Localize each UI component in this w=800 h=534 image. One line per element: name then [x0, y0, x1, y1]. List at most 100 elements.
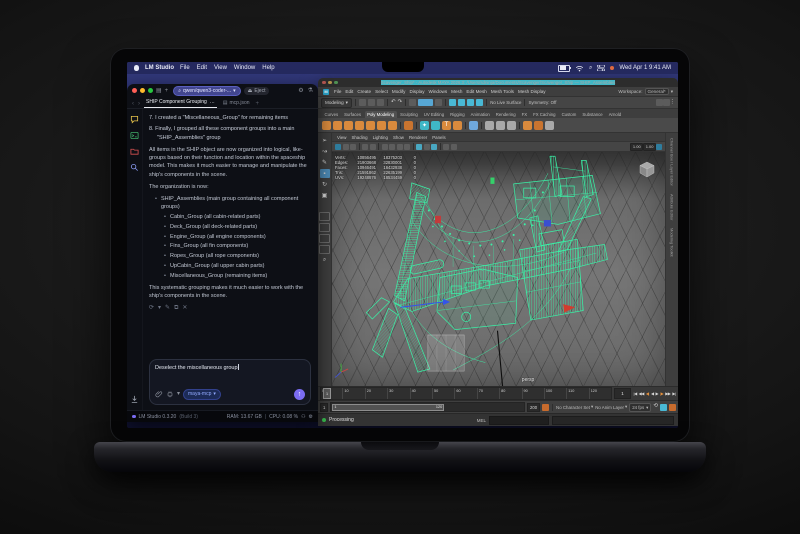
viewport-renderer-icon[interactable] — [656, 144, 662, 150]
minimize-button[interactable] — [140, 88, 145, 93]
nav-back-icon[interactable]: ‹ — [132, 101, 134, 108]
current-frame-field[interactable]: 1 — [614, 388, 631, 399]
shelf-booleans-icon[interactable] — [485, 121, 494, 130]
shelf-combine-icon[interactable] — [496, 121, 505, 130]
fps-selector[interactable]: 24 fps ▾ — [629, 403, 651, 412]
new-tab-button[interactable]: + — [256, 101, 260, 108]
snap-curve-icon[interactable] — [458, 99, 465, 106]
anim-end-field[interactable]: 200 — [527, 403, 540, 412]
shelf-tab[interactable]: Poly Modeling — [365, 111, 397, 118]
composer-input[interactable]: Deselect the miscellaneous group — [155, 365, 238, 371]
chat-transcript[interactable]: 7. I created a "Miscellaneous_Group" for… — [149, 114, 311, 355]
select-object-mode-icon[interactable] — [418, 99, 433, 106]
playback-button[interactable]: ◀ — [650, 391, 654, 396]
lock-camera-icon[interactable] — [343, 144, 349, 150]
shelf-svg-icon[interactable] — [453, 121, 462, 130]
active-app-name[interactable]: LM Studio — [145, 65, 174, 71]
shelf-tab[interactable]: UV Editing — [421, 111, 446, 118]
shelf-multicut-icon[interactable] — [469, 121, 478, 130]
maya-menu-item[interactable]: Edit — [345, 89, 353, 94]
view-cube-icon[interactable] — [636, 159, 658, 181]
zoom-button[interactable] — [334, 81, 338, 85]
attach-icon[interactable] — [155, 390, 163, 398]
shelf-type-icon[interactable]: T — [442, 121, 451, 130]
move-tool-icon[interactable]: ▪ — [320, 169, 330, 178]
layout-split-icon[interactable] — [319, 234, 330, 243]
shelf-tab[interactable]: Substance — [580, 111, 605, 118]
maya-menu-item[interactable]: Modify — [392, 89, 406, 94]
live-surface-status[interactable]: No Live Surface — [490, 100, 521, 105]
select-camera-icon[interactable] — [335, 144, 341, 150]
green-crate[interactable] — [490, 178, 494, 184]
shelf-sculpt-icon[interactable]: ✦ — [420, 121, 429, 130]
select-component-mode-icon[interactable] — [435, 99, 442, 106]
developer-tools-icon[interactable]: ⚗ — [308, 87, 313, 94]
viewport-canvas[interactable]: Verts: 10856495 18375203 0 Edges: 219036… — [332, 152, 665, 386]
ipr-render-icon[interactable] — [663, 99, 670, 106]
status-line-menu-icon[interactable]: ⋮ — [670, 100, 676, 106]
maya-menu-item[interactable]: Windows — [429, 89, 448, 94]
my-models-folder-icon[interactable] — [130, 147, 139, 156]
timeline-ruler[interactable]: 0102030405060708090100110120 1 — [320, 387, 612, 400]
playback-button[interactable]: |▶ — [660, 391, 664, 396]
layout-outliner-icon[interactable] — [319, 245, 330, 254]
menubar-item[interactable]: Edit — [197, 65, 207, 71]
zoom-button[interactable] — [148, 88, 153, 93]
panel-menu-item[interactable]: Show — [393, 135, 404, 140]
wireframe-icon[interactable] — [382, 144, 388, 150]
textured-icon[interactable] — [397, 144, 403, 150]
xray-icon[interactable] — [424, 144, 430, 150]
tab-mcp-json[interactable]: ▤ mcp.json — [221, 100, 252, 108]
lasso-tool-icon[interactable]: ↝ — [320, 147, 330, 156]
shaded-icon[interactable] — [389, 144, 395, 150]
shelf-bevel-icon[interactable] — [523, 121, 532, 130]
tab-chat-active[interactable]: SHIP Component Grouping … — [144, 99, 217, 108]
layout-four-view-icon[interactable] — [319, 223, 330, 232]
shelf-extrude-icon[interactable] — [534, 121, 543, 130]
scale-tool-icon[interactable]: ▣ — [320, 191, 330, 200]
sidebar-tab[interactable]: Modeling Toolkit — [670, 228, 675, 257]
select-tool-icon[interactable]: ➢ — [320, 136, 330, 145]
maya-menu-item[interactable]: File — [334, 89, 341, 94]
range-slider[interactable]: 1 120 — [330, 402, 525, 412]
lights-icon[interactable] — [404, 144, 410, 150]
new-scene-icon[interactable] — [359, 99, 366, 106]
anim-prefs-icon[interactable] — [660, 404, 667, 411]
joints-xray-icon[interactable] — [431, 144, 437, 150]
panel-menu-item[interactable]: View — [337, 135, 346, 140]
send-button[interactable]: ↑ — [294, 389, 305, 400]
shelf-polysphere-icon[interactable] — [322, 121, 331, 130]
layout-single-icon[interactable] — [319, 212, 330, 221]
open-scene-icon[interactable] — [368, 99, 375, 106]
sidebar-tab[interactable]: Channel Box / Layer Editor — [670, 138, 675, 186]
chat-composer[interactable]: Deselect the miscellaneous group ▾ maya-… — [149, 359, 311, 405]
tab-menu-icon[interactable]: … — [210, 99, 215, 105]
menubar-item[interactable]: File — [180, 65, 190, 71]
close-button[interactable] — [132, 88, 137, 93]
shelf-polycone-icon[interactable] — [355, 121, 364, 130]
message-action-icon[interactable]: ✕ — [182, 304, 187, 313]
shelf-tab[interactable]: Rendering — [493, 111, 518, 118]
panel-menu-item[interactable]: Renderer — [409, 135, 427, 140]
maya-menu-item[interactable]: Mesh Tools — [491, 89, 514, 94]
shelf-polycube-icon[interactable] — [333, 121, 342, 130]
minimize-button[interactable] — [328, 81, 332, 85]
chat-icon[interactable] — [130, 115, 139, 124]
maya-menu-item[interactable]: Edit Mesh — [466, 89, 486, 94]
shelf-tab[interactable]: Arnold — [606, 111, 623, 118]
playback-button[interactable]: ◀◀ — [638, 391, 644, 396]
select-hierarchy-icon[interactable] — [409, 99, 416, 106]
maya-menu-item[interactable]: Mesh Display — [518, 89, 546, 94]
plugin-chevron-icon[interactable]: ▾ — [177, 391, 180, 397]
shelf-polyplane-icon[interactable] — [377, 121, 386, 130]
character-set-menu[interactable]: No Character Set ▾ — [556, 404, 593, 410]
shelf-tab[interactable]: FX — [519, 111, 530, 118]
downloads-icon[interactable] — [130, 395, 139, 404]
playback-button[interactable]: |◀ — [633, 391, 637, 396]
snap-grid-icon[interactable] — [449, 99, 456, 106]
anim-start-field[interactable]: 1 — [320, 403, 328, 412]
film-gate-icon[interactable] — [451, 144, 457, 150]
maya-menu-item[interactable]: Create — [357, 89, 371, 94]
sidebar-toggle-icon[interactable]: ▤ — [156, 88, 162, 94]
apple-menu-icon[interactable] — [134, 65, 139, 71]
